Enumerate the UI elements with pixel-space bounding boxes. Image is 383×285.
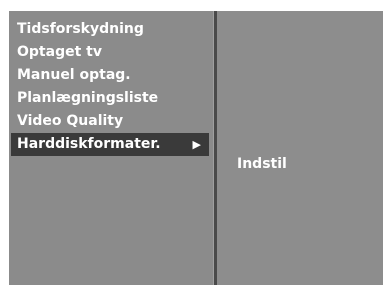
main-menu-list: Tidsforskydning Optaget tv Manuel optag.… <box>9 18 214 156</box>
menu-item-optaget-tv[interactable]: Optaget tv <box>9 41 214 64</box>
menu-item-planlaegningsliste[interactable]: Planlægningsliste <box>9 87 214 110</box>
menu-item-label: Video Quality <box>17 113 124 129</box>
menu-item-tidsforskydning[interactable]: Tidsforskydning <box>9 18 214 41</box>
submenu-panel: Indstil <box>217 11 383 285</box>
menu-item-video-quality[interactable]: Video Quality <box>9 110 214 133</box>
main-menu-panel: Tidsforskydning Optaget tv Manuel optag.… <box>9 11 214 285</box>
menu-item-harddiskformater[interactable]: Harddiskformater. ▶ <box>11 133 209 156</box>
submenu-item-label: Indstil <box>237 156 287 172</box>
menu-item-label: Harddiskformater. <box>17 136 161 152</box>
chevron-right-icon: ▶ <box>192 138 201 151</box>
menu-item-label: Manuel optag. <box>17 67 131 83</box>
submenu-item-indstil[interactable]: Indstil <box>237 153 287 176</box>
menu-item-label: Tidsforskydning <box>17 21 144 37</box>
menu-item-manuel-optag[interactable]: Manuel optag. <box>9 64 214 87</box>
menu-item-label: Planlægningsliste <box>17 90 159 106</box>
menu-item-label: Optaget tv <box>17 44 102 60</box>
osd-menu-window: Tidsforskydning Optaget tv Manuel optag.… <box>9 11 383 285</box>
